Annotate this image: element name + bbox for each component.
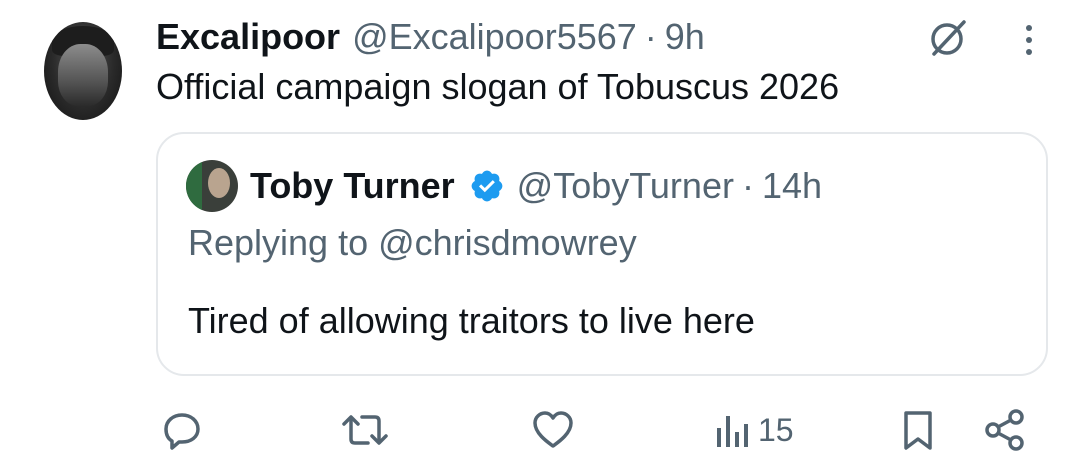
like-button[interactable] <box>530 400 576 460</box>
verified-badge-icon <box>471 170 503 202</box>
views-button[interactable]: 15 <box>714 400 794 460</box>
quoted-author-avatar[interactable] <box>186 160 238 212</box>
quoted-author-handle[interactable]: @TobyTurner <box>517 165 734 207</box>
replying-to-label: Replying to @chrisdmowrey <box>188 222 637 263</box>
avatar-face <box>208 168 230 198</box>
repost-icon <box>342 415 388 445</box>
author-avatar[interactable] <box>44 22 122 120</box>
quoted-tweet-text: Tired of allowing traitors to live here <box>188 300 755 341</box>
separator-dot: · <box>644 16 657 57</box>
reply-button[interactable] <box>160 400 204 460</box>
tweet-header: Excalipoor @Excalipoor5567 · 9h <box>156 12 705 62</box>
bookmark-button[interactable] <box>898 400 938 460</box>
quoted-author-name[interactable]: Toby Turner <box>250 165 455 207</box>
avatar-strip <box>186 160 202 212</box>
reply-icon <box>164 413 200 450</box>
views-count: 15 <box>758 411 794 448</box>
grok-icon[interactable] <box>926 16 970 60</box>
quoted-tweet-card[interactable]: Toby Turner @TobyTurner · 14h Replying t… <box>156 132 1048 376</box>
action-bar: 15 <box>0 400 1080 460</box>
tweet-time[interactable]: 9h <box>665 16 705 58</box>
separator-dot: · <box>741 165 754 206</box>
share-icon <box>985 409 1024 451</box>
author-handle[interactable]: @Excalipoor5567 <box>352 16 637 58</box>
like-icon <box>533 411 573 448</box>
quoted-tweet-time[interactable]: 14h <box>762 165 822 207</box>
views-icon <box>717 416 748 447</box>
more-icon[interactable] <box>1018 20 1040 60</box>
share-button[interactable] <box>982 400 1028 460</box>
author-name[interactable]: Excalipoor <box>156 16 340 58</box>
tweet-text: Official campaign slogan of Tobuscus 202… <box>156 66 840 107</box>
avatar-face <box>58 44 108 106</box>
quoted-tweet-header: Toby Turner @TobyTurner · 14h <box>250 160 822 212</box>
bookmark-icon <box>904 411 932 450</box>
repost-button[interactable] <box>340 400 390 460</box>
